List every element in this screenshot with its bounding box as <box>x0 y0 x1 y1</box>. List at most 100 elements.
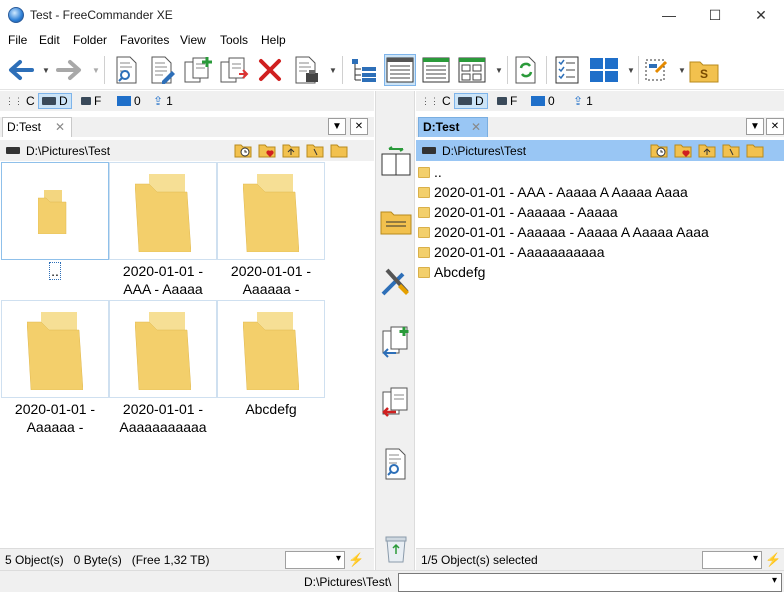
menu-file[interactable]: File <box>8 33 27 47</box>
sync-icon[interactable] <box>510 54 542 86</box>
menu-tools[interactable]: Tools <box>220 33 248 47</box>
minimize-button[interactable]: — <box>646 0 692 30</box>
drive-f[interactable]: F <box>494 93 520 109</box>
thumbnail-item[interactable] <box>1 162 109 260</box>
root-folder-icon[interactable] <box>306 142 324 158</box>
tab-left-test[interactable]: D:Test ✕ <box>2 117 72 137</box>
thumbnail-label[interactable]: Abcdefg <box>217 400 325 418</box>
toolbar-separator <box>104 56 105 84</box>
favorites-icon[interactable] <box>258 142 276 158</box>
copy-file-icon[interactable] <box>182 54 214 86</box>
app-icon[interactable] <box>8 7 24 23</box>
view-file-icon[interactable] <box>110 54 142 86</box>
back-dropdown-icon[interactable]: ▼ <box>42 66 50 75</box>
list-item[interactable]: 2020-01-01 - Aaaaaaaaaaa <box>418 242 604 262</box>
command-path: D:\Pictures\Test\ <box>304 575 392 589</box>
settings-dropdown-icon[interactable]: ▼ <box>678 66 686 75</box>
list-item[interactable]: 2020-01-01 - AAA - Aaaaa A Aaaaa Aaaa <box>418 182 688 202</box>
tab-close-icon[interactable]: ✕ <box>55 118 65 137</box>
drive-f[interactable]: F <box>78 93 104 109</box>
file-properties-icon[interactable] <box>290 54 322 86</box>
list-item[interactable]: 2020-01-01 - Aaaaaa - Aaaaa A Aaaaa Aaaa <box>418 222 709 242</box>
drive-d[interactable]: D <box>454 93 488 109</box>
swap-panels-icon[interactable] <box>378 143 414 179</box>
maximize-button[interactable]: ☐ <box>692 0 738 30</box>
view-file-icon[interactable] <box>378 446 414 482</box>
tree-view-icon[interactable] <box>348 54 380 86</box>
panel-close-button[interactable]: ✕ <box>350 118 368 135</box>
view-dropdown-icon[interactable]: ▼ <box>495 66 503 75</box>
thumbnail-item[interactable] <box>109 162 217 260</box>
drive-network[interactable]: ⇪ 1 <box>570 93 596 109</box>
right-filter-combo[interactable] <box>702 551 762 569</box>
thumbnail-label[interactable]: 2020-01-01 - Aaaaaa - <box>1 400 109 436</box>
drive-desktop[interactable]: 0 <box>528 93 558 109</box>
forward-dropdown-icon[interactable]: ▼ <box>92 66 100 75</box>
drive-c[interactable]: ⋮⋮ C <box>418 93 454 109</box>
details-view-icon[interactable] <box>384 54 416 86</box>
parent-folder-icon[interactable] <box>282 142 300 158</box>
folder-compare-icon[interactable] <box>378 204 414 240</box>
history-icon[interactable] <box>234 142 252 158</box>
thumbnail-label[interactable]: 2020-01-01 - AAA - Aaaaa <box>109 262 217 298</box>
drive-network[interactable]: ⇪ 1 <box>150 93 176 109</box>
copy-to-other-panel-icon[interactable] <box>378 324 414 360</box>
filter-icon[interactable]: ⚡ <box>348 552 364 568</box>
tab-right-test[interactable]: D:Test ✕ <box>418 117 488 137</box>
move-file-icon[interactable] <box>218 54 250 86</box>
right-path[interactable]: D:\Pictures\Test <box>442 144 526 158</box>
drive-d[interactable]: D <box>38 93 72 109</box>
drive-label: C <box>26 94 35 108</box>
drive-c[interactable]: ⋮⋮ C <box>2 93 38 109</box>
tools-icon[interactable] <box>378 263 414 299</box>
menu-folder[interactable]: Folder <box>73 33 107 47</box>
close-button[interactable]: ✕ <box>738 0 784 30</box>
folder-menu-icon[interactable] <box>330 142 348 158</box>
thumbnail-item[interactable] <box>1 300 109 398</box>
properties-dropdown-icon[interactable]: ▼ <box>329 66 337 75</box>
tiles-view-icon[interactable] <box>588 54 620 86</box>
list-item[interactable]: .. <box>418 162 442 182</box>
delete-icon[interactable] <box>254 54 286 86</box>
tiles-dropdown-icon[interactable]: ▼ <box>627 66 635 75</box>
drive-desktop[interactable]: 0 <box>114 93 144 109</box>
edit-file-icon[interactable] <box>146 54 178 86</box>
thumbnail-item[interactable] <box>217 300 325 398</box>
menu-edit[interactable]: Edit <box>39 33 60 47</box>
recycle-bin-icon[interactable] <box>378 531 414 567</box>
panel-close-button[interactable]: ✕ <box>766 118 784 135</box>
tab-menu-button[interactable]: ▼ <box>328 118 346 135</box>
thumbnail-view-icon[interactable] <box>456 54 488 86</box>
filter-icon[interactable]: ⚡ <box>765 552 781 568</box>
list-item[interactable]: Abcdefg <box>418 262 485 282</box>
menu-favorites[interactable]: Favorites <box>120 33 169 47</box>
network-icon: ⇪ <box>153 94 164 108</box>
menu-help[interactable]: Help <box>261 33 286 47</box>
list-view-icon[interactable] <box>420 54 452 86</box>
root-folder-icon[interactable] <box>722 142 740 158</box>
menu-view[interactable]: View <box>180 33 206 47</box>
thumbnail-label[interactable]: .. <box>1 262 109 280</box>
settings-icon[interactable] <box>640 54 672 86</box>
tab-menu-button[interactable]: ▼ <box>746 118 764 135</box>
thumbnail-item[interactable] <box>109 300 217 398</box>
left-filter-combo[interactable] <box>285 551 345 569</box>
left-path[interactable]: D:\Pictures\Test <box>26 144 110 158</box>
favorites-icon[interactable] <box>674 142 692 158</box>
move-to-other-panel-icon[interactable] <box>378 385 414 421</box>
folder-icon <box>243 312 299 390</box>
folder-menu-icon[interactable] <box>746 142 764 158</box>
history-icon[interactable] <box>650 142 668 158</box>
thumbnail-item[interactable] <box>217 162 325 260</box>
list-item[interactable]: 2020-01-01 - Aaaaaa - Aaaaa <box>418 202 618 222</box>
tab-close-icon[interactable]: ✕ <box>471 118 481 137</box>
thumbnail-label[interactable]: 2020-01-01 - Aaaaaaaaaaa <box>109 400 217 436</box>
forward-arrow-icon[interactable] <box>54 54 86 86</box>
thumbnail-label[interactable]: 2020-01-01 - Aaaaaa - <box>217 262 325 298</box>
back-arrow-icon[interactable] <box>4 54 36 86</box>
s-drive-icon[interactable]: S <box>688 54 720 86</box>
parent-folder-icon[interactable] <box>698 142 716 158</box>
command-line-input[interactable] <box>398 573 782 592</box>
checklist-icon[interactable] <box>552 54 584 86</box>
left-drive-bar: ⋮⋮ C D F 0 ⇪ 1 <box>0 91 374 111</box>
